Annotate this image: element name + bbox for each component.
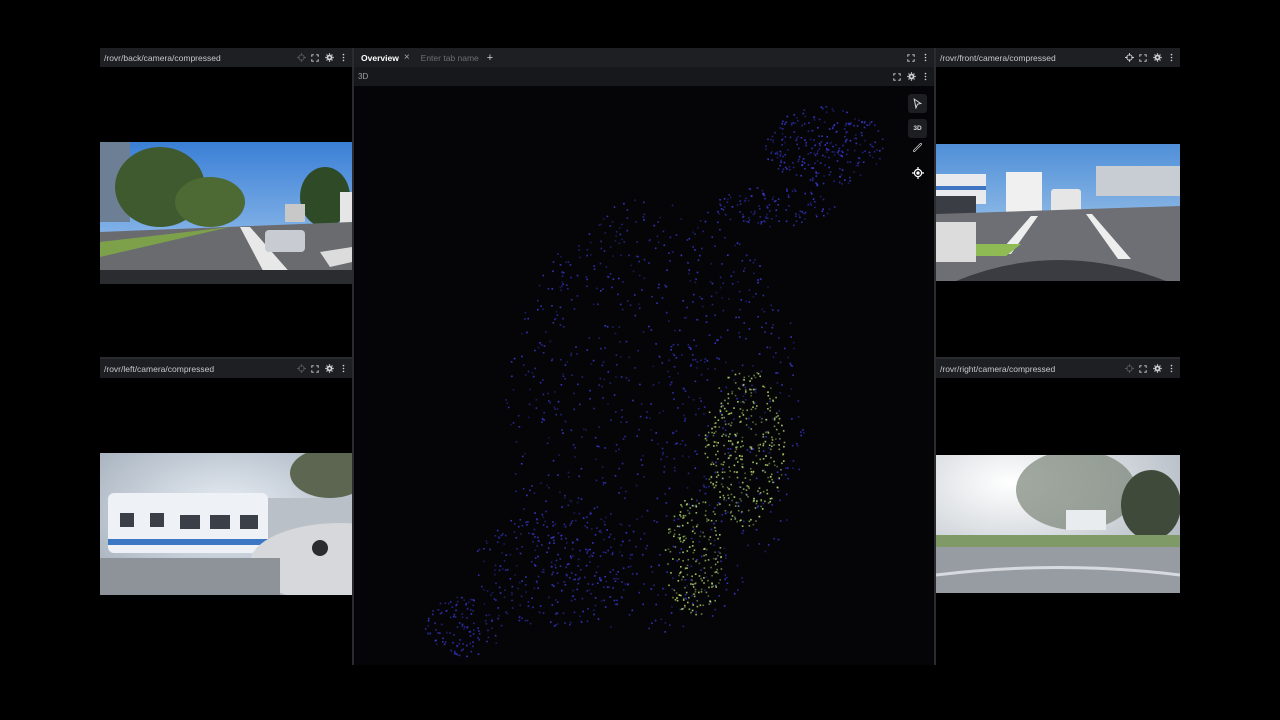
more-icon[interactable] (338, 53, 348, 63)
cursor-icon[interactable] (908, 94, 927, 113)
gear-icon[interactable] (1152, 364, 1162, 374)
gear-icon[interactable] (1152, 53, 1162, 63)
crosshair-icon[interactable] (296, 53, 306, 63)
new-tab-name-input[interactable]: Enter tab name (421, 53, 479, 63)
fullscreen-icon[interactable] (310, 53, 320, 63)
fullscreen-icon[interactable] (1138, 364, 1148, 374)
panel-divider[interactable] (352, 48, 354, 665)
camera-image (936, 144, 1180, 281)
panel-toolbar: /rovr/left/camera/compressed (100, 359, 352, 378)
panel-divider[interactable] (936, 357, 1180, 359)
more-icon[interactable] (920, 72, 930, 82)
more-icon[interactable] (338, 364, 348, 374)
panel-divider[interactable] (100, 357, 352, 359)
fullscreen-icon[interactable] (906, 53, 916, 63)
more-icon[interactable] (1166, 53, 1176, 63)
gear-icon[interactable] (324, 53, 334, 63)
panel-title: /rovr/back/camera/compressed (104, 52, 221, 63)
crosshair-icon[interactable] (1124, 53, 1134, 63)
view-mode-toggle[interactable]: 3D (908, 119, 927, 138)
panel-title: /rovr/left/camera/compressed (104, 363, 215, 374)
locate-icon[interactable] (908, 163, 927, 182)
tab-label: Overview (361, 52, 399, 63)
crosshair-icon[interactable] (1124, 364, 1134, 374)
close-icon[interactable]: × (404, 52, 410, 63)
crosshair-icon[interactable] (296, 364, 306, 374)
fullscreen-icon[interactable] (892, 72, 902, 82)
point-cloud (424, 106, 884, 658)
panel-toolbar: /rovr/front/camera/compressed (936, 48, 1180, 67)
add-tab-button[interactable]: + (487, 52, 493, 64)
scene-title: 3D (358, 72, 369, 81)
front-camera-panel: /rovr/front/camera/compressed (936, 48, 1180, 357)
gear-icon[interactable] (324, 364, 334, 374)
panel-title: /rovr/front/camera/compressed (940, 52, 1056, 63)
fullscreen-icon[interactable] (1138, 53, 1148, 63)
ruler-icon[interactable] (908, 138, 927, 157)
scene-tools: 3D (908, 94, 927, 182)
tab-bar: Overview × Enter tab name + (354, 48, 934, 67)
app-window: /rovr/back/camera/compressed /rovr/left/… (100, 48, 1180, 665)
scene-toolbar: 3D (354, 67, 934, 86)
tab-overview[interactable]: Overview × (358, 48, 413, 67)
more-icon[interactable] (920, 53, 930, 63)
camera-image (100, 142, 352, 284)
fullscreen-icon[interactable] (310, 364, 320, 374)
camera-image (100, 453, 352, 595)
overview-panel: Overview × Enter tab name + 3D 3D (354, 48, 934, 665)
panel-toolbar: /rovr/back/camera/compressed (100, 48, 352, 67)
left-camera-panel: /rovr/left/camera/compressed (100, 359, 352, 665)
point-cloud-view[interactable]: 3D (354, 86, 934, 665)
panel-title: /rovr/right/camera/compressed (940, 363, 1056, 374)
right-camera-panel: /rovr/right/camera/compressed (936, 359, 1180, 665)
more-icon[interactable] (1166, 364, 1176, 374)
panel-toolbar: /rovr/right/camera/compressed (936, 359, 1180, 378)
back-camera-panel: /rovr/back/camera/compressed (100, 48, 352, 357)
gear-icon[interactable] (906, 72, 916, 82)
camera-image (936, 455, 1180, 593)
